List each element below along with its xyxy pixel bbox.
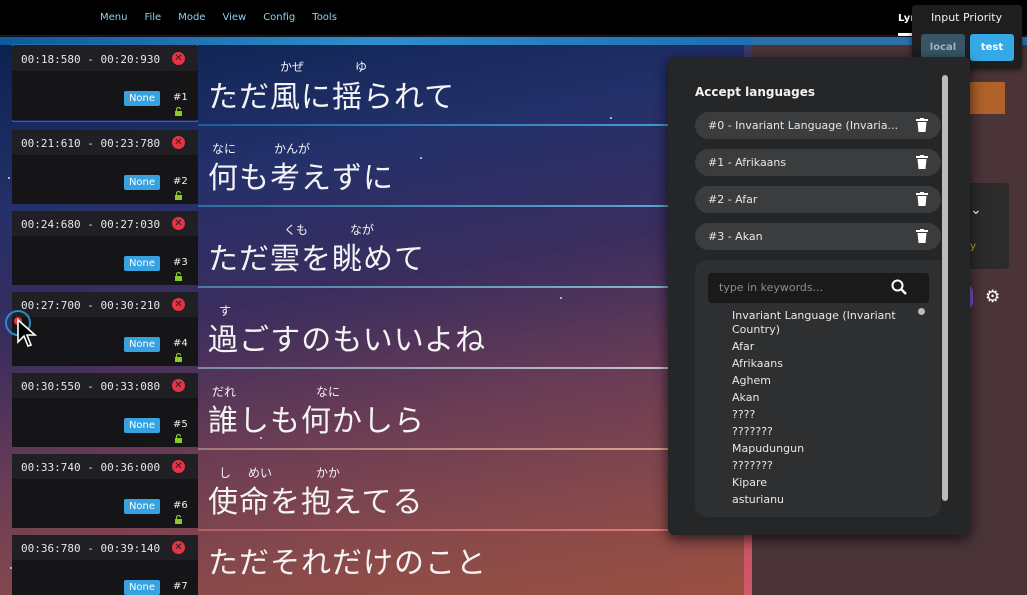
singer-badge[interactable]: None <box>124 499 160 514</box>
delete-row-icon[interactable]: ✕ <box>172 136 185 149</box>
language-option[interactable]: ... <box>732 510 912 517</box>
delete-row-icon[interactable]: ✕ <box>172 52 185 65</box>
language-option[interactable]: ??????? <box>732 459 912 473</box>
menu-item-tools[interactable]: Tools <box>312 12 337 23</box>
test-button[interactable]: test <box>970 34 1014 61</box>
language-chip: #0 - Invariant Language (Invaria... <box>695 112 941 139</box>
time-range[interactable]: 00:24:680 - 00:27:030 <box>12 211 198 236</box>
mouse-pointer-icon <box>17 318 38 347</box>
lyric-row[interactable]: 00:33:740 - 00:36:000 ✕ None #6 <box>12 454 198 528</box>
lyric-row[interactable]: 00:24:680 - 00:27:030 ✕ None #3 <box>12 211 198 285</box>
lyric-text[interactable]: 過ごすのもいいよね <box>208 315 486 359</box>
time-range[interactable]: 00:33:740 - 00:36:000 <box>12 454 198 479</box>
lyric-text[interactable]: ただそれだけのこと <box>208 538 487 582</box>
row-index: #4 <box>173 338 188 349</box>
trash-icon[interactable] <box>916 192 928 206</box>
top-menu-bar: Menu File Mode View Config Tools Lyric t… <box>0 0 1027 36</box>
language-option[interactable]: Invariant Language (Invariant Country) <box>732 309 912 337</box>
language-option[interactable]: Afar <box>732 340 912 354</box>
delete-row-icon[interactable]: ✕ <box>172 379 185 392</box>
lyric-row[interactable]: 00:21:610 - 00:23:780 ✕ None #2 <box>12 130 198 204</box>
time-range[interactable]: 00:30:550 - 00:33:080 <box>12 373 198 398</box>
unlock-icon[interactable] <box>174 191 183 200</box>
menu-item-config[interactable]: Config <box>263 12 295 23</box>
time-range[interactable]: 00:36:780 - 00:39:140 <box>12 535 198 560</box>
language-chip: #3 - Akan <box>695 223 941 250</box>
singer-badge[interactable]: None <box>124 175 160 190</box>
language-option[interactable]: ???? <box>732 408 912 422</box>
delete-row-icon[interactable]: ✕ <box>172 541 185 554</box>
row-index: #7 <box>173 581 188 592</box>
time-range[interactable]: 00:27:700 - 00:30:210 <box>12 292 198 317</box>
language-option[interactable]: Aghem <box>732 374 912 388</box>
language-chip-label: #1 - Afrikaans <box>708 156 787 169</box>
accept-languages-popup: Accept languages #0 - Invariant Language… <box>668 57 970 535</box>
language-option[interactable]: Afrikaans <box>732 357 912 371</box>
lyric-row[interactable]: 00:30:550 - 00:33:080 ✕ None #5 <box>12 373 198 447</box>
singer-badge[interactable]: None <box>124 580 160 595</box>
singer-badge[interactable]: None <box>124 256 160 271</box>
input-priority-title: Input Priority <box>931 11 1003 24</box>
language-option[interactable]: Kipare <box>732 476 912 490</box>
language-chip: #1 - Afrikaans <box>695 149 941 176</box>
time-range[interactable]: 00:18:580 - 00:20:930 <box>12 46 198 71</box>
language-option[interactable]: Mapudungun <box>732 442 912 456</box>
row-index: #5 <box>173 419 188 430</box>
unlock-icon[interactable] <box>174 515 183 524</box>
delete-row-icon[interactable]: ✕ <box>172 298 185 311</box>
status-text: y <box>970 241 976 252</box>
lyric-text[interactable]: 使命を抱えてる <box>208 477 424 521</box>
lyric-text[interactable]: ただ雲を眺めて <box>208 234 425 278</box>
unlock-icon[interactable] <box>174 107 183 116</box>
language-chip: #2 - Afar <box>695 186 941 213</box>
row-index: #3 <box>173 257 188 268</box>
gear-icon[interactable]: ⚙ <box>985 287 1000 307</box>
language-option[interactable]: Akan <box>732 391 912 405</box>
language-option[interactable]: ??????? <box>732 425 912 439</box>
language-chip-label: #3 - Akan <box>708 230 763 243</box>
scrollbar[interactable] <box>942 75 948 501</box>
language-chip-label: #0 - Invariant Language (Invaria... <box>708 119 899 132</box>
singer-badge[interactable]: None <box>124 418 160 433</box>
time-range[interactable]: 00:21:610 - 00:23:780 <box>12 130 198 155</box>
chevron-down-icon[interactable]: ⌄ <box>970 202 982 218</box>
accept-languages-title: Accept languages <box>695 85 816 99</box>
row-index: #6 <box>173 500 188 511</box>
lyric-text[interactable]: 何も考えずに <box>208 153 394 197</box>
trash-icon[interactable] <box>916 118 928 132</box>
trash-icon[interactable] <box>916 155 928 169</box>
lyric-text[interactable]: ただ風に揺られて <box>208 72 455 116</box>
trash-icon[interactable] <box>916 229 928 243</box>
unlock-icon[interactable] <box>174 272 183 281</box>
delete-row-icon[interactable]: ✕ <box>172 217 185 230</box>
language-options: Invariant Language (Invariant Country) A… <box>732 309 912 517</box>
menu-item-view[interactable]: View <box>222 12 246 23</box>
unlock-icon[interactable] <box>174 434 183 443</box>
menu-item-file[interactable]: File <box>144 12 161 23</box>
row-index: #2 <box>173 176 188 187</box>
unlock-icon[interactable] <box>174 353 183 362</box>
lyric-text[interactable]: 誰しも何かしら <box>208 396 425 440</box>
language-picker: type in keywords... Invariant Language (… <box>695 260 941 517</box>
row-index: #1 <box>173 92 188 103</box>
singer-badge[interactable]: None <box>124 91 160 106</box>
language-option[interactable]: asturianu <box>732 493 912 507</box>
main-menu: Menu File Mode View Config Tools <box>100 12 354 23</box>
language-chip-label: #2 - Afar <box>708 193 758 206</box>
lyric-row[interactable]: 00:18:580 - 00:20:930 ✕ None #1 <box>12 46 198 120</box>
option-scroll-indicator <box>918 308 925 315</box>
menu-item-mode[interactable]: Mode <box>178 12 205 23</box>
search-icon[interactable] <box>891 279 907 295</box>
menu-item-menu[interactable]: Menu <box>100 12 127 23</box>
delete-row-icon[interactable]: ✕ <box>172 460 185 473</box>
lyric-row[interactable]: 00:36:780 - 00:39:140 ✕ None #7 <box>12 535 198 595</box>
singer-badge[interactable]: None <box>124 337 160 352</box>
